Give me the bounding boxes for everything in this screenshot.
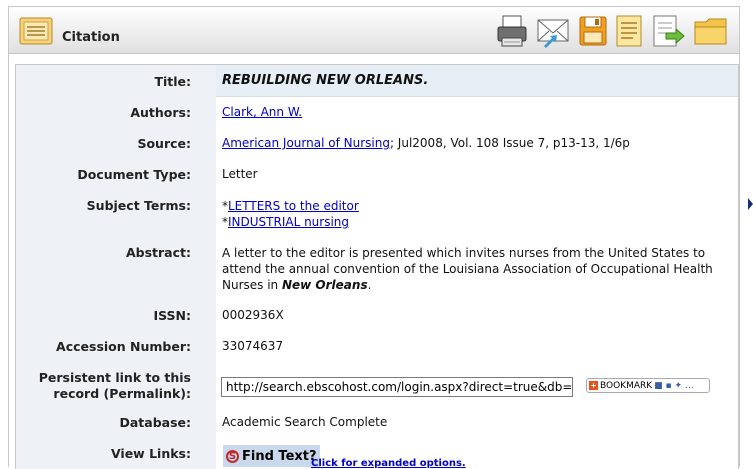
database-value: Academic Search Complete (222, 415, 388, 429)
export-icon[interactable] (650, 13, 686, 49)
print-icon[interactable] (494, 13, 530, 49)
citation-window: Citation Title: REBUILDING NEW ORLEANS. … (8, 6, 740, 469)
record-title: REBUILDING NEW ORLEANS. (222, 73, 429, 88)
subject-terms-list: *LETTERS to the editor *INDUSTRIAL nursi… (222, 199, 359, 229)
doc-type-value: Letter (222, 167, 258, 181)
save-icon[interactable] (575, 13, 611, 49)
subject-terms-label: Subject Terms: (86, 198, 191, 213)
accession-value: 33074637 (222, 339, 284, 353)
abstract-label: Abstract: (125, 245, 191, 260)
doc-type-label: Document Type: (77, 167, 191, 182)
authors-label: Authors: (130, 105, 191, 120)
author-link[interactable]: Clark, Ann W. (222, 105, 302, 119)
source-value: American Journal of Nursing; Jul2008, Vo… (222, 136, 630, 150)
plus-icon: + (589, 381, 598, 390)
permalink-field[interactable]: http://search.ebscohost.com/login.aspx?d… (221, 377, 573, 397)
citation-icon (19, 17, 53, 45)
expanded-options-link[interactable]: Click for expanded options. (311, 458, 466, 469)
source-details: ; Jul2008, Vol. 108 Issue 7, p13-13, 1/6… (389, 136, 630, 150)
journal-link[interactable]: American Journal of Nursing (222, 136, 390, 150)
bookmark-button[interactable]: + BOOKMARK ■ ▪ ✦ … (586, 378, 710, 393)
subject-term-link[interactable]: INDUSTRIAL nursing (228, 215, 349, 229)
abstract-text: A letter to the editor is presented whic… (222, 246, 713, 292)
permalink-label: Persistent link to this record (Permalin… (38, 370, 191, 401)
citation-header: Citation (9, 7, 739, 54)
title-label: Title: (154, 74, 191, 89)
subject-term-link[interactable]: LETTERS to the editor (228, 199, 359, 213)
view-links-label: View Links: (110, 446, 191, 461)
issn-label: ISSN: (153, 308, 191, 323)
add-to-folder-icon[interactable] (693, 13, 729, 49)
email-icon[interactable] (535, 13, 571, 49)
page-title: Citation (62, 30, 120, 45)
find-text-logo-icon: S (226, 449, 239, 463)
cite-icon[interactable] (611, 13, 647, 49)
record-details-panel: Title: REBUILDING NEW ORLEANS. Authors: … (15, 64, 739, 469)
find-text-button[interactable]: S Find Text? (223, 445, 320, 467)
social-icons: ■ ▪ ✦ … (654, 380, 694, 391)
issn-value: 0002936X (222, 308, 284, 322)
abstract-emphasis: New Orleans (281, 278, 368, 292)
source-label: Source: (137, 136, 191, 151)
accession-label: Accession Number: (56, 339, 191, 354)
database-label: Database: (119, 415, 191, 430)
collapse-arrow-icon[interactable] (748, 198, 753, 210)
